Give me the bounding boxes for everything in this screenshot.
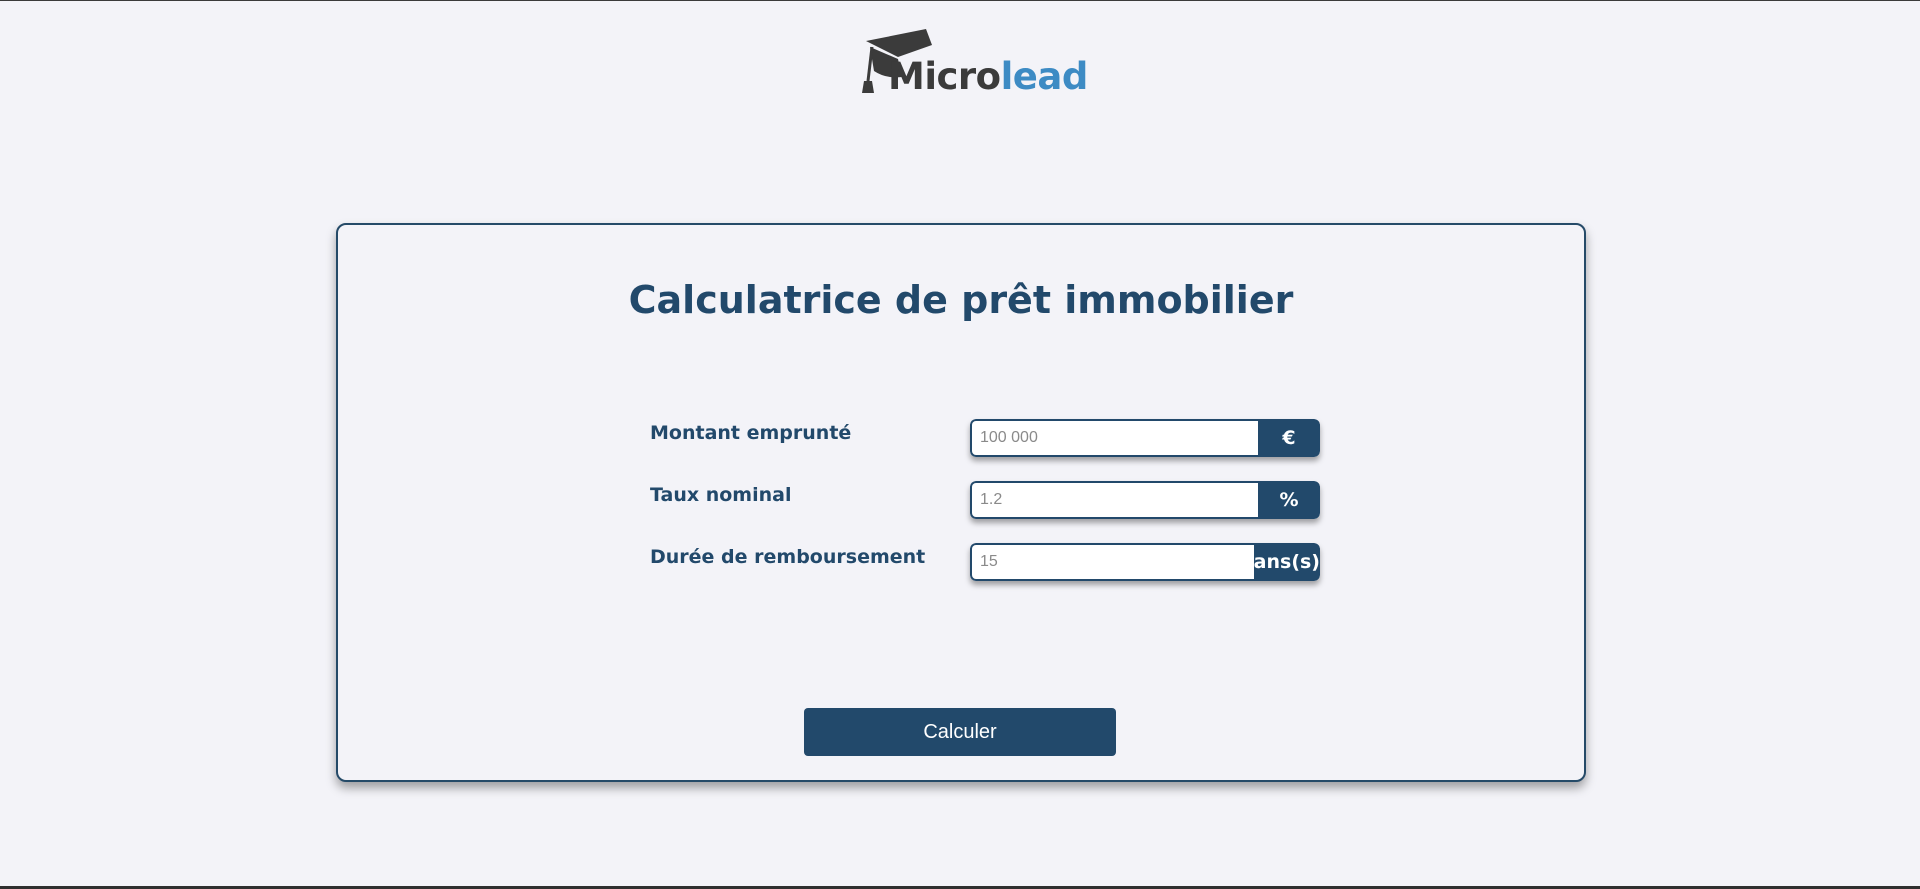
brand-name: Microlead (888, 58, 1088, 95)
brand-name-part2: lead (1000, 55, 1089, 98)
page-title: Calculatrice de prêt immobilier (628, 278, 1294, 322)
brand-name-part1: Micro (888, 55, 1001, 98)
amount-label: Montant emprunté (650, 422, 852, 444)
duration-input[interactable] (970, 543, 1254, 581)
brand-logo: Microlead (858, 27, 1088, 99)
rate-input[interactable] (970, 481, 1258, 519)
rate-input-group: % (970, 481, 1320, 519)
euro-unit-badge: € (1258, 419, 1320, 457)
amount-input[interactable] (970, 419, 1258, 457)
rate-label: Taux nominal (650, 484, 792, 506)
years-unit-badge: ans(s) (1253, 543, 1320, 581)
calculate-button[interactable]: Calculer (804, 708, 1116, 756)
loan-calculator-card: Calculatrice de prêt immobilier Montant … (336, 223, 1586, 782)
amount-input-group: € (970, 419, 1320, 457)
form-row-amount: Montant emprunté € (650, 419, 1350, 461)
form-row-rate: Taux nominal % (650, 481, 1350, 523)
duration-label: Durée de remboursement (650, 546, 926, 568)
duration-input-group: ans(s) (970, 543, 1320, 581)
percent-unit-badge: % (1258, 481, 1320, 519)
form-row-duration: Durée de remboursement ans(s) (650, 543, 1350, 585)
